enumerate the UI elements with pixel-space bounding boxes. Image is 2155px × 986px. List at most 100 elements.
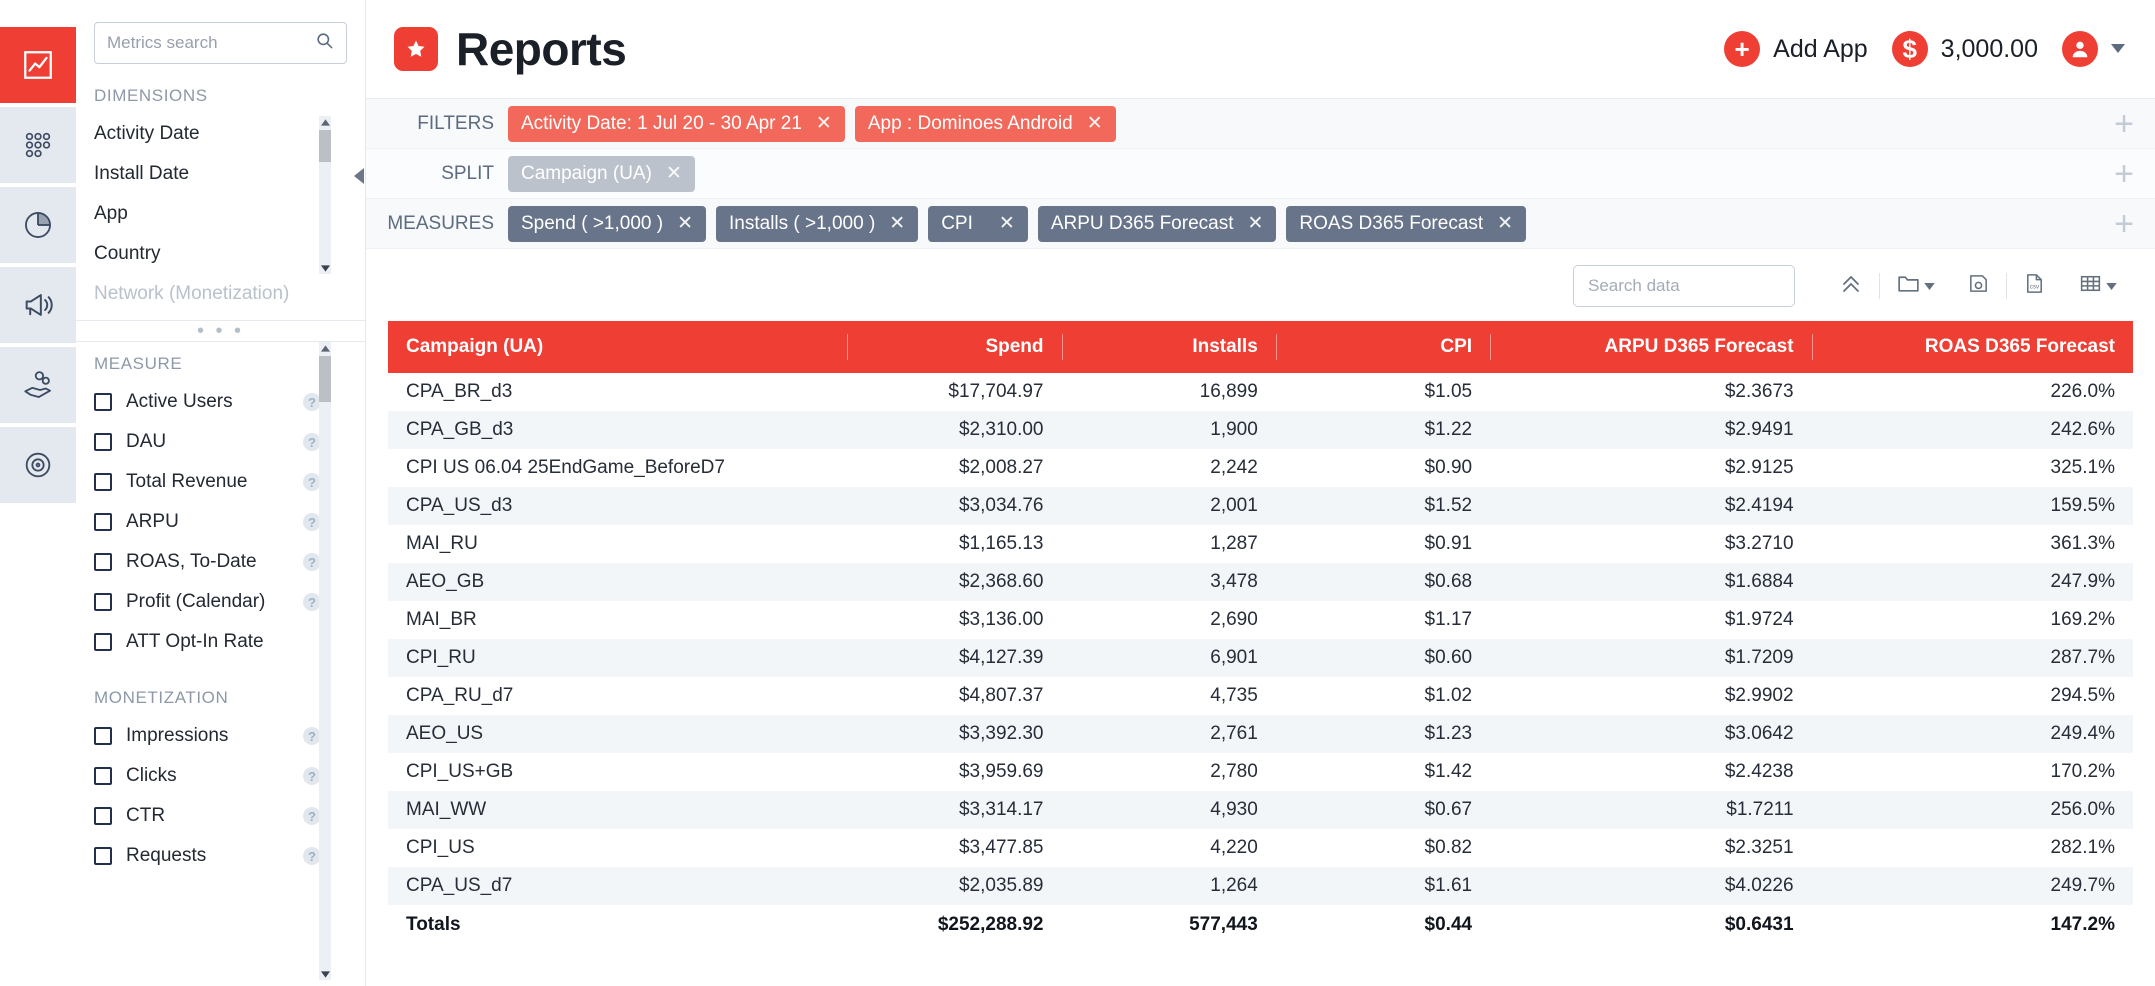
balance-amount: 3,000.00 <box>1940 34 2038 63</box>
measure-chip-roas-d365-forecast[interactable]: ROAS D365 Forecast ✕ <box>1286 205 1527 242</box>
dimensions-scroll-down-arrow[interactable] <box>319 262 331 274</box>
dimensions-scroll-up-arrow[interactable] <box>319 116 331 128</box>
collapse-all-button[interactable] <box>1823 272 1879 301</box>
metrics-search-box[interactable] <box>94 22 347 64</box>
table-row[interactable]: CPA_BR_d3 $17,704.97 16,899 $1.05 $2.3673 226… <box>388 373 2133 411</box>
table-row[interactable]: CPI_RU $4,127.39 6,901 $0.60 $1.7209 287.7% <box>388 639 2133 677</box>
chevron-left-icon <box>353 167 365 189</box>
column-header-roas-d365-forecast[interactable]: ROAS D365 Forecast <box>1811 321 2133 373</box>
table-row[interactable]: CPA_US_d7 $2,035.89 1,264 $1.61 $4.0226 249.7… <box>388 867 2133 905</box>
cell-value: $1.9724 <box>1724 609 1794 630</box>
measure-label: Profit (Calendar) <box>126 591 266 612</box>
table-row[interactable]: CPI_US $3,477.85 4,220 $0.82 $2.3251 282.1% <box>388 829 2133 867</box>
checkbox-att-opt-in-rate[interactable] <box>94 633 112 651</box>
dimensions-scrollbar-track[interactable] <box>319 116 331 274</box>
column-header-spend[interactable]: Spend <box>847 321 1062 373</box>
cell-value: 2,001 <box>1210 495 1258 516</box>
cell-value: $1.7211 <box>1726 799 1794 820</box>
measures-scrollbar-thumb[interactable] <box>319 356 331 402</box>
add-split-button[interactable]: + <box>2093 153 2155 194</box>
column-header-installs[interactable]: Installs <box>1061 321 1276 373</box>
table-view-button[interactable] <box>2062 271 2133 301</box>
user-menu[interactable] <box>2062 31 2125 67</box>
remove-icon[interactable]: ✕ <box>999 212 1015 235</box>
split-chip-campaign-ua[interactable]: Campaign (UA) ✕ <box>508 155 695 192</box>
filter-chip-activity-date[interactable]: Activity Date: 1 Jul 20 - 30 Apr 21 ✕ <box>508 105 845 142</box>
rail-item-reports[interactable] <box>0 27 76 103</box>
table-row[interactable]: MAI_WW $3,314.17 4,930 $0.67 $1.7211 256.0% <box>388 791 2133 829</box>
remove-icon[interactable]: ✕ <box>666 162 682 185</box>
checkbox-profit-calendar[interactable] <box>94 593 112 611</box>
cell-value: $4,807.37 <box>958 685 1044 706</box>
measure-chip-spend[interactable]: Spend ( >1,000 ) ✕ <box>508 205 706 242</box>
table-row[interactable]: CPA_GB_d3 $2,310.00 1,900 $1.22 $2.9491 242.6… <box>388 411 2133 449</box>
sidebar-collapse-toggle[interactable] <box>352 164 366 192</box>
save-button[interactable] <box>1951 272 2006 300</box>
column-header-cpi[interactable]: CPI <box>1275 321 1491 373</box>
checkbox-roas-to-date[interactable] <box>94 553 112 571</box>
rail-item-breakdown[interactable] <box>0 187 76 263</box>
sidebar-resize-handle[interactable]: • • • <box>76 320 365 342</box>
remove-icon[interactable]: ✕ <box>889 212 905 235</box>
checkbox-clicks[interactable] <box>94 767 112 785</box>
column-label: CPI <box>1440 336 1473 357</box>
remove-icon[interactable]: ✕ <box>1087 112 1103 135</box>
rail-item-goals[interactable] <box>0 427 76 503</box>
rail-item-campaigns[interactable] <box>0 267 76 343</box>
balance-display[interactable]: $ 3,000.00 <box>1891 31 2038 67</box>
measures-scroll-down-arrow[interactable] <box>319 968 331 980</box>
table-row[interactable]: CPI_US+GB $3,959.69 2,780 $1.42 $2.4238 170.2… <box>388 753 2133 791</box>
metrics-search-input[interactable] <box>107 33 315 53</box>
table-row[interactable]: AEO_GB $2,368.60 3,478 $0.68 $1.6884 247.9% <box>388 563 2133 601</box>
rail-item-monetization[interactable] <box>0 347 76 423</box>
cell-value: $2.3251 <box>1724 837 1794 858</box>
remove-icon[interactable]: ✕ <box>816 112 832 135</box>
add-filter-button[interactable]: + <box>2093 103 2155 144</box>
table-row[interactable]: CPA_RU_d7 $4,807.37 4,735 $1.02 $2.9902 294.5… <box>388 677 2133 715</box>
chip-label: Installs ( >1,000 ) <box>729 212 876 234</box>
table-row[interactable]: CPA_US_d3 $3,034.76 2,001 $1.52 $2.4194 159.5… <box>388 487 2133 525</box>
measure-chip-cpi[interactable]: CPI ✕ <box>928 205 1028 242</box>
column-header-arpu-d365-forecast[interactable]: ARPU D365 Forecast <box>1490 321 1812 373</box>
table-row[interactable]: MAI_BR $3,136.00 2,690 $1.17 $1.9724 169.2% <box>388 601 2133 639</box>
rail-item-cohorts[interactable] <box>0 107 76 183</box>
remove-icon[interactable]: ✕ <box>1497 212 1513 235</box>
table-row[interactable]: CPI US 06.04 25EndGame_BeforeD7 $2,008.27… <box>388 449 2133 487</box>
add-measure-button[interactable]: + <box>2093 203 2155 244</box>
data-search-box[interactable] <box>1573 265 1795 307</box>
dimension-item-network-monetization[interactable]: Network (Monetization) <box>76 274 365 314</box>
add-app-button[interactable]: + Add App <box>1724 31 1868 67</box>
remove-icon[interactable]: ✕ <box>1248 212 1264 235</box>
cell-value: 1,900 <box>1210 419 1258 440</box>
table-row[interactable]: AEO_US $3,392.30 2,761 $1.23 $3.0642 249.4% <box>388 715 2133 753</box>
table-body: CPA_BR_d3 $17,704.97 16,899 $1.05 $2.3673 226… <box>388 373 2133 945</box>
checkbox-ctr[interactable] <box>94 807 112 825</box>
checkbox-impressions[interactable] <box>94 727 112 745</box>
checkbox-arpu[interactable] <box>94 513 112 531</box>
measures-scrollbar-track[interactable] <box>319 342 331 980</box>
checkbox-total-revenue[interactable] <box>94 473 112 491</box>
data-search-input[interactable] <box>1588 276 1780 296</box>
cell-campaign: MAI_BR <box>406 609 477 630</box>
folder-button[interactable] <box>1880 271 1951 301</box>
svg-text:csv: csv <box>2030 283 2040 290</box>
column-header-campaign[interactable]: Campaign (UA) <box>388 321 848 373</box>
filter-chip-app[interactable]: App : Dominoes Android ✕ <box>854 105 1116 142</box>
measure-chip-installs[interactable]: Installs ( >1,000 ) ✕ <box>716 205 919 242</box>
checkbox-dau[interactable] <box>94 433 112 451</box>
checkbox-requests[interactable] <box>94 847 112 865</box>
cell-value: 247.9% <box>2050 571 2115 592</box>
dimensions-section-label: DIMENSIONS <box>94 86 208 105</box>
cell-value: 242.6% <box>2050 419 2115 440</box>
measures-scroll-up-arrow[interactable] <box>319 342 331 354</box>
cell-value: $2.4238 <box>1724 761 1794 782</box>
measure-chip-arpu-d365-forecast[interactable]: ARPU D365 Forecast ✕ <box>1037 205 1277 242</box>
dimensions-scrollbar-thumb[interactable] <box>319 130 331 162</box>
csv-export-button[interactable]: csv <box>2007 272 2062 300</box>
cell-campaign: CPA_BR_d3 <box>406 381 513 402</box>
remove-icon[interactable]: ✕ <box>677 212 693 235</box>
table-row[interactable]: MAI_RU $1,165.13 1,287 $0.91 $3.2710 361.3% <box>388 525 2133 563</box>
cell-value: $0.82 <box>1424 837 1473 858</box>
checkbox-active-users[interactable] <box>94 393 112 411</box>
table-head: Campaign (UA) Spend Installs CPI ARPU D3… <box>388 321 2133 373</box>
